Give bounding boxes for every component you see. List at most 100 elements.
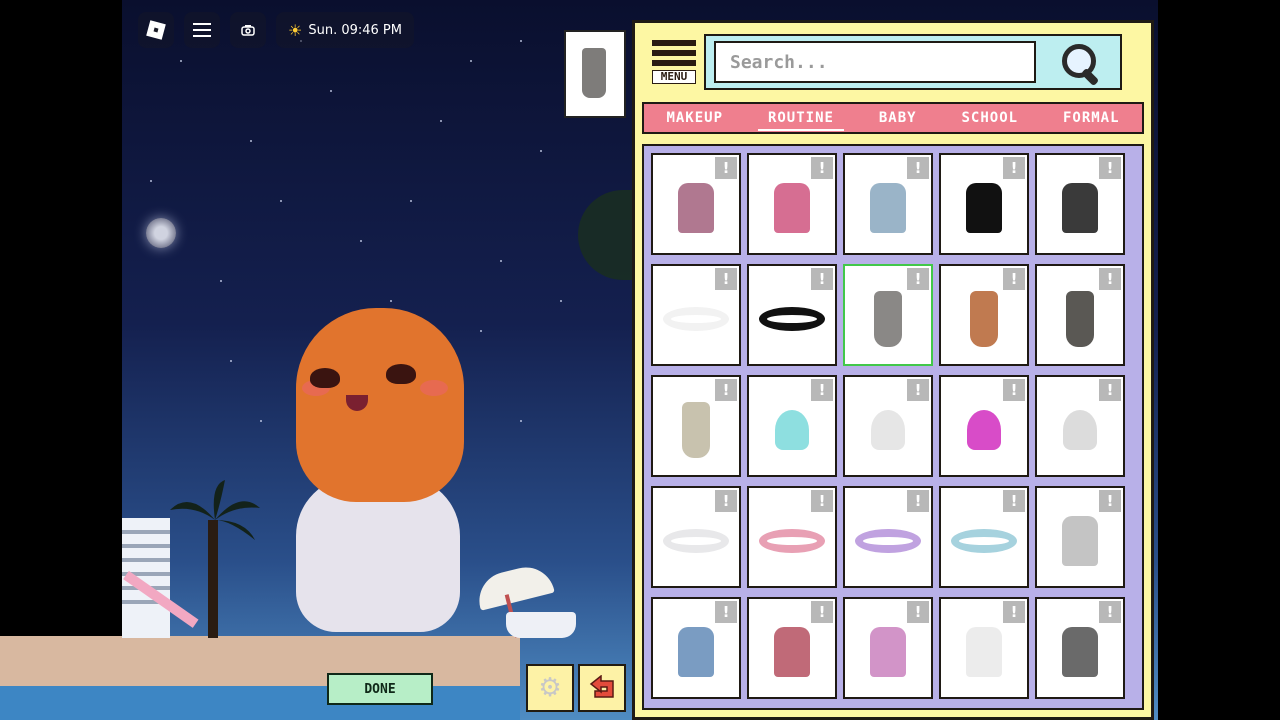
tab-formal[interactable]: FORMAL <box>1063 110 1120 126</box>
star <box>360 240 362 242</box>
item-info-icon[interactable]: ! <box>907 268 929 290</box>
item-slot-11[interactable]: ! <box>651 375 741 477</box>
item-slot-20[interactable]: ! <box>1035 486 1125 588</box>
item-info-icon[interactable]: ! <box>907 490 929 512</box>
item-info-icon[interactable]: ! <box>811 379 833 401</box>
item-info-icon[interactable]: ! <box>715 601 737 623</box>
item-slot-21[interactable]: ! <box>651 597 741 699</box>
item-info-icon[interactable]: ! <box>907 601 929 623</box>
item-slot-1[interactable]: ! <box>651 153 741 255</box>
item-slot-6[interactable]: ! <box>651 264 741 366</box>
menu-button[interactable] <box>184 12 220 48</box>
undo-button[interactable] <box>578 664 626 712</box>
item-slot-9[interactable]: ! <box>939 264 1029 366</box>
item-slot-22[interactable]: ! <box>747 597 837 699</box>
item-info-icon[interactable]: ! <box>715 379 737 401</box>
robe-thumbnail <box>870 182 906 233</box>
item-slot-23[interactable]: ! <box>843 597 933 699</box>
item-info-icon[interactable]: ! <box>1003 379 1025 401</box>
item-info-icon[interactable]: ! <box>1099 268 1121 290</box>
item-info-icon[interactable]: ! <box>811 268 833 290</box>
camera-icon <box>241 25 255 36</box>
preview-garment <box>582 48 606 98</box>
search-input[interactable] <box>714 41 1036 83</box>
cap-thumbnail <box>871 409 905 450</box>
robe-thumbnail <box>966 182 1002 233</box>
roblox-menu-button[interactable] <box>138 12 174 48</box>
item-slot-15[interactable]: ! <box>1035 375 1125 477</box>
tab-school[interactable]: SCHOOL <box>961 110 1018 126</box>
robe-thumbnail <box>774 182 810 233</box>
selected-item-preview[interactable] <box>564 30 626 118</box>
item-info-icon[interactable]: ! <box>715 157 737 179</box>
cap-thumbnail <box>775 409 809 450</box>
tab-makeup[interactable]: MAKEUP <box>666 110 723 126</box>
top-hud: ☀ Sun. 09:46 PM <box>138 12 414 48</box>
star <box>280 200 282 202</box>
catalog-menu-button[interactable]: MENU <box>652 40 696 86</box>
towelwrap-thumbnail <box>874 290 902 347</box>
item-info-icon[interactable]: ! <box>1003 157 1025 179</box>
item-slot-24[interactable]: ! <box>939 597 1029 699</box>
item-slot-3[interactable]: ! <box>843 153 933 255</box>
towelwrap-thumbnail <box>1066 290 1094 347</box>
item-slot-25[interactable]: ! <box>1035 597 1125 699</box>
moon <box>146 218 176 248</box>
ring-thumbnail <box>759 306 825 331</box>
item-info-icon[interactable]: ! <box>1003 601 1025 623</box>
star <box>330 90 332 92</box>
star <box>470 60 472 62</box>
item-slot-2[interactable]: ! <box>747 153 837 255</box>
star <box>260 420 262 422</box>
item-slot-8[interactable]: ! <box>843 264 933 366</box>
item-slot-14[interactable]: ! <box>939 375 1029 477</box>
menu-label: MENU <box>652 70 696 84</box>
item-info-icon[interactable]: ! <box>1003 268 1025 290</box>
item-info-icon[interactable]: ! <box>1099 379 1121 401</box>
item-slot-7[interactable]: ! <box>747 264 837 366</box>
robe-thumbnail <box>1062 182 1098 233</box>
star <box>230 360 232 362</box>
screenshot-button[interactable] <box>230 12 266 48</box>
item-info-icon[interactable]: ! <box>715 268 737 290</box>
item-slot-13[interactable]: ! <box>843 375 933 477</box>
item-info-icon[interactable]: ! <box>715 490 737 512</box>
palm-tree-leaves <box>170 480 260 540</box>
tab-routine[interactable]: ROUTINE <box>757 110 844 131</box>
item-info-icon[interactable]: ! <box>1099 490 1121 512</box>
settings-button[interactable]: ⚙ <box>526 664 574 712</box>
robe-thumbnail <box>678 182 714 233</box>
beach-ground <box>0 636 520 686</box>
item-info-icon[interactable]: ! <box>1003 490 1025 512</box>
ring-thumbnail <box>759 528 825 553</box>
undo-arrow-icon <box>589 675 614 698</box>
item-slot-18[interactable]: ! <box>843 486 933 588</box>
robe-thumbnail <box>870 626 906 677</box>
item-info-icon[interactable]: ! <box>1099 601 1121 623</box>
item-info-icon[interactable]: ! <box>1099 157 1121 179</box>
item-info-icon[interactable]: ! <box>811 157 833 179</box>
item-slot-17[interactable]: ! <box>747 486 837 588</box>
towelwrap-thumbnail <box>682 401 710 458</box>
sun-icon: ☀ <box>288 20 303 40</box>
item-slot-12[interactable]: ! <box>747 375 837 477</box>
star <box>520 40 522 42</box>
robe-thumbnail <box>678 626 714 677</box>
item-info-icon[interactable]: ! <box>811 601 833 623</box>
gear-icon: ⚙ <box>538 673 562 703</box>
item-slot-4[interactable]: ! <box>939 153 1029 255</box>
item-slot-19[interactable]: ! <box>939 486 1029 588</box>
item-info-icon[interactable]: ! <box>811 490 833 512</box>
avatar-cheek-right <box>420 380 448 396</box>
item-slot-5[interactable]: ! <box>1035 153 1125 255</box>
item-info-icon[interactable]: ! <box>907 157 929 179</box>
done-button[interactable]: DONE <box>327 673 433 705</box>
ring-thumbnail <box>663 528 729 553</box>
tab-baby[interactable]: BABY <box>879 110 917 126</box>
sea <box>0 686 520 720</box>
item-info-icon[interactable]: ! <box>907 379 929 401</box>
search-icon[interactable] <box>1058 40 1102 87</box>
ring-thumbnail <box>855 528 921 553</box>
item-slot-10[interactable]: ! <box>1035 264 1125 366</box>
item-slot-16[interactable]: ! <box>651 486 741 588</box>
